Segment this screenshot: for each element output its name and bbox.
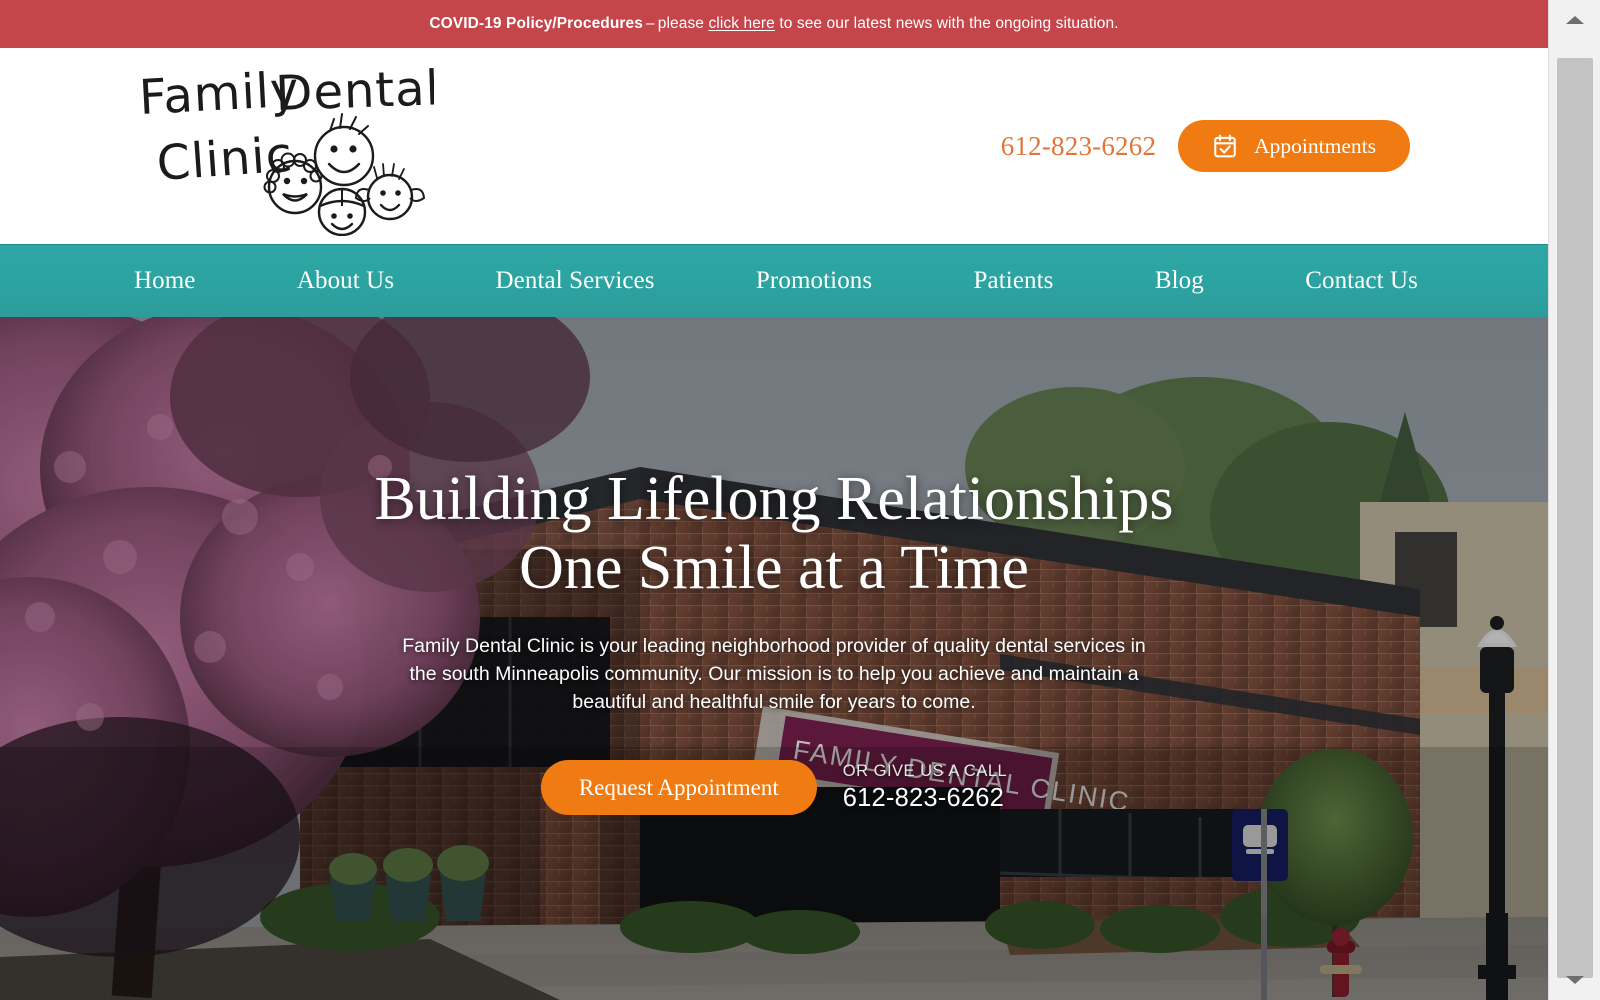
covid-banner-dash: – [646,15,655,32]
nav-item-home[interactable]: Home [134,267,196,295]
appointments-button[interactable]: Appointments [1178,120,1410,172]
site-header: Family Dental Clinic 612-823-6262 Appoin… [0,48,1548,244]
nav-item-dental-services[interactable]: Dental Services [496,267,655,295]
covid-banner-before-link: please [657,15,705,32]
nav-items-container: Home About Us Dental Services Promotions… [0,267,1548,295]
browser-page: COVID-19 Policy/Procedures – please clic… [0,0,1600,1000]
header-phone-link[interactable]: 612-823-6262 [1001,131,1156,162]
hero-paragraph: Family Dental Clinic is your leading nei… [402,634,1146,714]
hero-headline-line-1: Building Lifelong Relationships [374,465,1174,533]
scrollbar-up-button[interactable] [1549,0,1600,40]
calendar-check-icon [1212,133,1238,159]
chevron-up-icon [1566,16,1584,24]
browser-scrollbar[interactable] [1548,0,1600,1000]
page-viewport: COVID-19 Policy/Procedures – please clic… [0,0,1548,1000]
hero-call-label: OR GIVE US A CALL [842,762,1008,781]
nav-item-patients[interactable]: Patients [974,267,1054,295]
covid-banner-after-link: to see our latest news with the ongoing … [779,15,1119,32]
site-logo[interactable]: Family Dental Clinic [134,56,434,236]
chevron-down-icon [1566,976,1584,984]
hero-call-block: OR GIVE US A CALL 612-823-6262 [839,762,1007,813]
nav-item-promotions[interactable]: Promotions [756,267,872,295]
main-navigation: Home About Us Dental Services Promotions… [0,244,1548,317]
scrollbar-down-button[interactable] [1549,960,1600,1000]
nav-item-blog[interactable]: Blog [1155,267,1204,295]
nav-item-about-us[interactable]: About Us [297,267,394,295]
header-actions: 612-823-6262 Appointments [1001,120,1410,172]
appointments-button-label: Appointments [1254,133,1376,158]
svg-text:Dental: Dental [274,60,434,122]
hero-cta-row: Request Appointment OR GIVE US A CALL 61… [540,760,1007,816]
covid-banner-link[interactable]: click here [708,15,774,33]
covid-banner-title: COVID-19 Policy/Procedures [429,15,643,32]
hero-section: FAMILY DENTAL CLINIC Building Lifelong R… [0,317,1548,1000]
request-appointment-button[interactable]: Request Appointment [540,760,817,816]
hero-headline: Building Lifelong Relationships One Smil… [374,465,1173,604]
hero-phone-link[interactable]: 612-823-6262 [843,784,1007,813]
hero-content: Building Lifelong Relationships One Smil… [0,465,1548,816]
nav-item-contact-us[interactable]: Contact Us [1305,267,1418,295]
scrollbar-thumb[interactable] [1557,58,1593,978]
covid-notice-banner: COVID-19 Policy/Procedures – please clic… [0,0,1548,48]
hero-headline-line-2: One Smile at a Time [519,534,1029,603]
